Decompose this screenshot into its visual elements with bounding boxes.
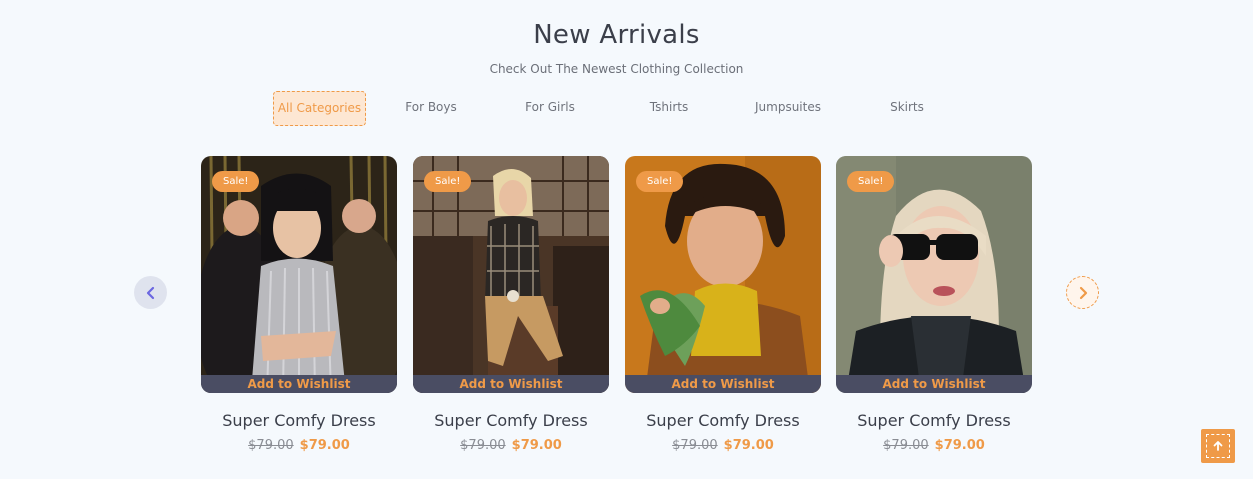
tab-all-categories[interactable]: All Categories bbox=[273, 91, 366, 126]
product-price: $79.00 $79.00 bbox=[625, 438, 821, 453]
tab-tshirts[interactable]: Tshirts bbox=[604, 91, 734, 126]
add-to-wishlist-button[interactable]: Add to Wishlist bbox=[201, 375, 397, 393]
sale-price: $79.00 bbox=[511, 438, 562, 453]
tab-jumpsuites[interactable]: Jumpsuites bbox=[734, 91, 842, 126]
product-name[interactable]: Super Comfy Dress bbox=[625, 411, 821, 430]
sale-badge: Sale! bbox=[847, 171, 895, 192]
sale-badge: Sale! bbox=[636, 171, 684, 192]
old-price: $79.00 bbox=[460, 438, 506, 453]
product-card[interactable]: Sale! Add to Wishlist Super Comfy Dress … bbox=[413, 156, 609, 453]
sale-price: $79.00 bbox=[723, 438, 774, 453]
product-image[interactable]: Sale! Add to Wishlist bbox=[201, 156, 397, 393]
product-price: $79.00 $79.00 bbox=[201, 438, 397, 453]
old-price: $79.00 bbox=[672, 438, 718, 453]
product-price: $79.00 $79.00 bbox=[413, 438, 609, 453]
section-subtitle: Check Out The Newest Clothing Collection bbox=[489, 62, 744, 76]
chevron-right-icon bbox=[1079, 286, 1087, 299]
product-image[interactable]: Sale! Add to Wishlist bbox=[836, 156, 1032, 393]
tab-skirts[interactable]: Skirts bbox=[842, 91, 972, 126]
carousel-prev-button[interactable] bbox=[134, 276, 167, 309]
sale-badge: Sale! bbox=[212, 171, 260, 192]
scroll-to-top-button[interactable] bbox=[1201, 429, 1235, 463]
product-card[interactable]: Sale! Add to Wishlist Super Comfy Dress … bbox=[201, 156, 397, 453]
add-to-wishlist-button[interactable]: Add to Wishlist bbox=[413, 375, 609, 393]
product-image[interactable]: Sale! Add to Wishlist bbox=[625, 156, 821, 393]
category-tabs: All Categories For Boys For Girls Tshirt… bbox=[273, 91, 972, 126]
product-image[interactable]: Sale! Add to Wishlist bbox=[413, 156, 609, 393]
section-title: New Arrivals bbox=[533, 20, 700, 50]
product-card[interactable]: Sale! Add to Wishlist Super Comfy Dress … bbox=[836, 156, 1032, 453]
carousel-next-button[interactable] bbox=[1066, 276, 1099, 309]
sale-price: $79.00 bbox=[934, 438, 985, 453]
tab-for-boys[interactable]: For Boys bbox=[366, 91, 496, 126]
tab-for-girls[interactable]: For Girls bbox=[496, 91, 604, 126]
product-name[interactable]: Super Comfy Dress bbox=[836, 411, 1032, 430]
product-price: $79.00 $79.00 bbox=[836, 438, 1032, 453]
arrow-up-icon bbox=[1213, 441, 1223, 451]
add-to-wishlist-button[interactable]: Add to Wishlist bbox=[625, 375, 821, 393]
old-price: $79.00 bbox=[883, 438, 929, 453]
chevron-left-icon bbox=[146, 286, 154, 299]
product-name[interactable]: Super Comfy Dress bbox=[201, 411, 397, 430]
product-card[interactable]: Sale! Add to Wishlist Super Comfy Dress … bbox=[625, 156, 821, 453]
old-price: $79.00 bbox=[248, 438, 294, 453]
product-name[interactable]: Super Comfy Dress bbox=[413, 411, 609, 430]
sale-badge: Sale! bbox=[424, 171, 472, 192]
add-to-wishlist-button[interactable]: Add to Wishlist bbox=[836, 375, 1032, 393]
sale-price: $79.00 bbox=[299, 438, 350, 453]
